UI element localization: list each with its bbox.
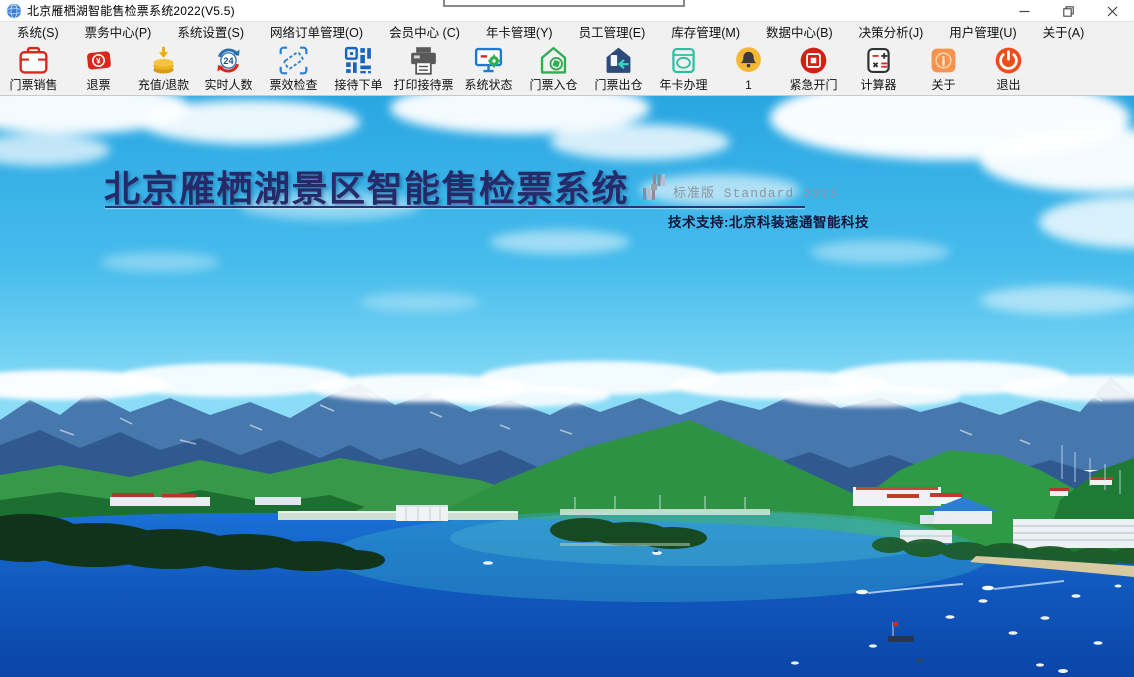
about-button[interactable]: 关于	[911, 41, 976, 95]
menu-staff[interactable]: 员工管理(E)	[566, 21, 659, 42]
refund-ticket-icon: ¥	[82, 44, 115, 77]
svg-text:24: 24	[223, 56, 234, 66]
window-controls	[1002, 0, 1134, 22]
realtime-count-icon: 24	[212, 44, 245, 77]
ticket-sales-button[interactable]: 门票销售	[1, 41, 66, 95]
globe-icon	[6, 3, 22, 19]
edition-block: 标准版 Standard 2013	[643, 174, 838, 201]
annual-card-button[interactable]: 年卡办理	[651, 41, 716, 95]
menu-online-orders[interactable]: 网络订单管理(O)	[257, 21, 376, 42]
stray-popup-box	[443, 0, 685, 7]
ticket-in-warehouse-icon	[537, 44, 570, 77]
menu-bar: 系统(S) 票务中心(P) 系统设置(S) 网络订单管理(O) 会员中心 (C)…	[0, 22, 1134, 41]
reception-order-icon	[342, 44, 375, 77]
hero-title: 北京雁栖湖景区智能售检票系统	[104, 160, 629, 212]
realtime-count-button[interactable]: 24 实时人数	[196, 41, 261, 95]
menu-data-center[interactable]: 数据中心(B)	[753, 21, 846, 42]
calculator-icon	[862, 44, 895, 77]
system-status-icon	[472, 44, 505, 77]
ticket-check-icon	[277, 44, 310, 77]
print-reception-ticket-button[interactable]: 打印接待票	[391, 41, 456, 95]
window-title: 北京雁栖湖智能售检票系统2022(V5.5)	[27, 2, 235, 19]
ticket-out-warehouse-icon	[602, 44, 635, 77]
recharge-refund-icon	[147, 44, 180, 77]
toolbar: 门票销售 ¥ 退票 充值/退款	[0, 41, 1134, 96]
ticket-out-warehouse-button[interactable]: 门票出仓	[586, 41, 651, 95]
application-window: 北京雁栖湖智能售检票系统2022(V5.5) 系统(S) 票务中心(P) 系统设…	[0, 0, 1134, 677]
menu-member-center[interactable]: 会员中心 (C)	[376, 21, 473, 42]
close-button[interactable]	[1090, 0, 1134, 22]
edition-logo-icon	[643, 174, 667, 201]
emergency-door-button[interactable]: 紧急开门	[781, 41, 846, 95]
menu-inventory[interactable]: 库存管理(M)	[658, 21, 753, 42]
system-status-button[interactable]: 系统状态	[456, 41, 521, 95]
menu-analytics[interactable]: 决策分析(J)	[846, 21, 937, 42]
annual-card-icon	[667, 44, 700, 77]
menu-system[interactable]: 系统(S)	[4, 21, 72, 42]
ticket-sales-icon	[17, 44, 50, 77]
ticket-in-warehouse-button[interactable]: 门票入仓	[521, 41, 586, 95]
main-content-area: 北京雁栖湖景区智能售检票系统 标准版 Standard 2013 技术支持:北京…	[0, 96, 1134, 677]
about-icon	[927, 44, 960, 77]
notification-bell-icon	[732, 44, 765, 77]
edition-label: 标准版 Standard 2013	[673, 182, 838, 201]
ticket-check-button[interactable]: 票效检查	[261, 41, 326, 95]
hero-underline	[105, 206, 805, 208]
restore-button[interactable]	[1046, 0, 1090, 22]
refund-ticket-button[interactable]: ¥ 退票	[66, 41, 131, 95]
recharge-refund-button[interactable]: 充值/退款	[131, 41, 196, 95]
menu-system-settings[interactable]: 系统设置(S)	[164, 21, 257, 42]
calculator-button[interactable]: 计算器	[846, 41, 911, 95]
menu-about[interactable]: 关于(A)	[1030, 21, 1098, 42]
reception-order-button[interactable]: 接待下单	[326, 41, 391, 95]
menu-ticketing-center[interactable]: 票务中心(P)	[72, 21, 165, 42]
minimize-button[interactable]	[1002, 0, 1046, 22]
print-ticket-icon	[407, 44, 440, 77]
tech-support-label: 技术支持:北京科装速通智能科技	[668, 211, 869, 231]
title-bar: 北京雁栖湖智能售检票系统2022(V5.5)	[0, 0, 1134, 22]
notification-button[interactable]: 1	[716, 41, 781, 95]
menu-annual-card[interactable]: 年卡管理(Y)	[473, 21, 566, 42]
emergency-door-icon	[797, 44, 830, 77]
menu-user-management[interactable]: 用户管理(U)	[936, 21, 1029, 42]
exit-button[interactable]: 退出	[976, 41, 1041, 95]
exit-icon	[992, 44, 1025, 77]
